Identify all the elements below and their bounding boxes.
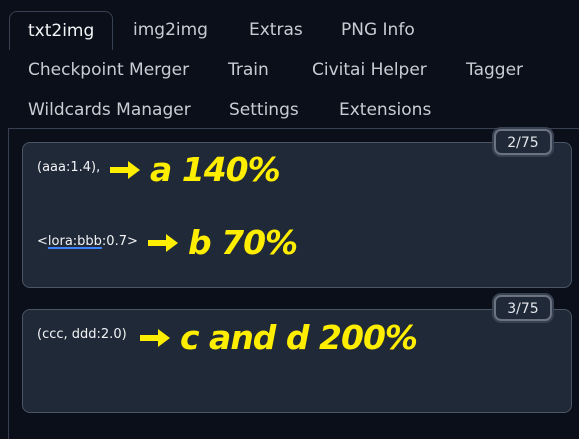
lora-name: lora:bbb xyxy=(47,234,102,249)
annotation-cd: c and d 200% xyxy=(138,318,418,357)
positive-token-counter: 2/75 xyxy=(494,129,552,155)
tab-wildcards-manager[interactable]: Wildcards Manager xyxy=(28,91,191,129)
positive-prompt-line-1: (aaa:1.4), xyxy=(37,160,101,175)
tab-extras[interactable]: Extras xyxy=(249,11,303,49)
annotation-b: b 70% xyxy=(146,223,298,262)
annotation-cd-label: c and d 200% xyxy=(180,318,418,357)
negative-token-counter: 3/75 xyxy=(494,295,552,321)
arrow-right-icon xyxy=(140,328,170,347)
tab-settings[interactable]: Settings xyxy=(229,91,299,129)
annotation-a: a 140% xyxy=(108,150,281,189)
tab-civitai-helper[interactable]: Civitai Helper xyxy=(312,51,427,89)
positive-prompt-line-2: <lora:bbb:0.7> xyxy=(37,234,138,249)
annotation-a-label: a 140% xyxy=(150,150,281,189)
tab-tagger[interactable]: Tagger xyxy=(466,51,523,89)
tab-img2img[interactable]: img2img xyxy=(133,11,208,49)
tab-txt2img[interactable]: txt2img xyxy=(9,11,114,50)
arrow-right-icon xyxy=(110,160,140,179)
negative-prompt-line-1: (ccc, ddd:2.0) xyxy=(37,327,127,342)
positive-prompt-textarea[interactable] xyxy=(22,142,572,288)
tab-extensions[interactable]: Extensions xyxy=(339,91,431,129)
lora-open-bracket: < xyxy=(37,234,48,249)
lora-weight: :0.7> xyxy=(101,234,138,249)
tab-png-info[interactable]: PNG Info xyxy=(341,11,415,49)
annotation-b-label: b 70% xyxy=(188,223,298,262)
arrow-right-icon xyxy=(148,233,178,252)
tab-bar: txt2img img2img Extras PNG Info Checkpoi… xyxy=(0,0,579,130)
tab-checkpoint-merger[interactable]: Checkpoint Merger xyxy=(28,51,189,89)
tab-train[interactable]: Train xyxy=(228,51,269,89)
